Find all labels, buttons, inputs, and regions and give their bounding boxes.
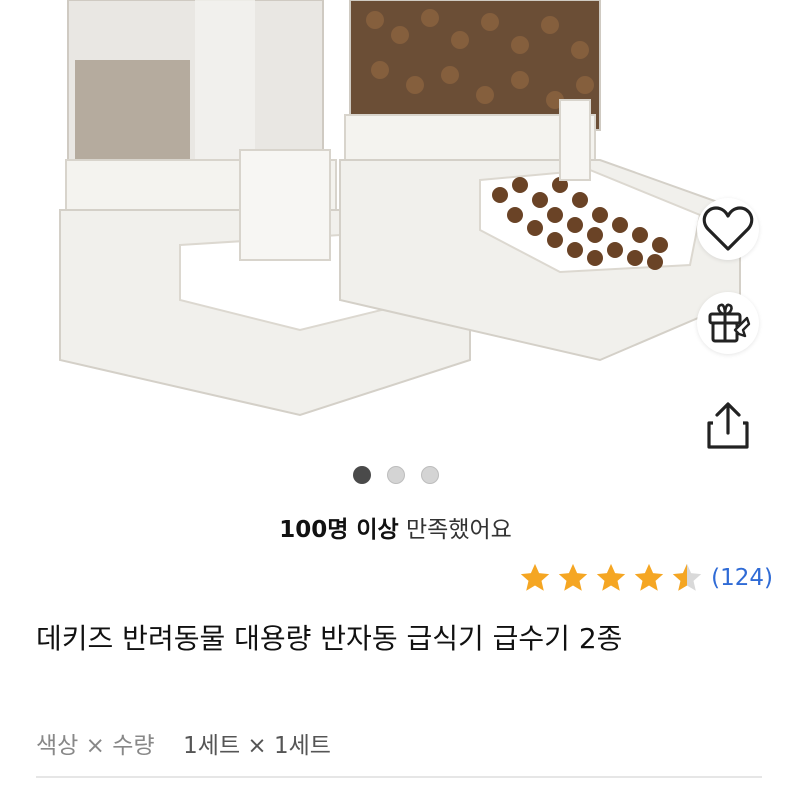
star-half-icon — [672, 563, 702, 591]
share-button[interactable] — [697, 395, 759, 457]
selected-option: 색상 × 수량 1세트 × 1세트 — [36, 726, 331, 760]
share-icon — [707, 402, 749, 449]
star-full-icon — [520, 563, 550, 591]
carousel-dot[interactable] — [352, 466, 371, 484]
star-full-icon — [634, 563, 664, 591]
star-full-icon — [596, 563, 626, 591]
divider — [36, 776, 762, 778]
star-rating — [517, 561, 705, 595]
satisfaction-suffix: 만족했어요 — [398, 517, 512, 543]
satisfaction-text: 100명 이상 만족했어요 — [0, 510, 791, 544]
option-value: 1세트 × 1세트 — [183, 733, 331, 759]
carousel-indicator — [0, 466, 791, 484]
review-count-link[interactable]: (124) — [711, 565, 773, 591]
rating[interactable]: (124) — [517, 561, 773, 595]
star-full-icon — [558, 563, 588, 591]
carousel-dot[interactable] — [386, 466, 405, 484]
heart-icon — [702, 206, 754, 251]
product-photo — [59, 0, 741, 417]
product-title: 데키즈 반려동물 대용량 반자동 급식기 급수기 2종 — [36, 622, 623, 655]
product-image[interactable] — [0, 0, 791, 455]
gift-button[interactable] — [697, 292, 759, 354]
carousel-dot[interactable] — [420, 466, 439, 484]
option-label: 색상 × 수량 — [36, 733, 155, 759]
gift-icon — [708, 303, 751, 343]
satisfaction-count: 100명 이상 — [279, 517, 399, 543]
wishlist-button[interactable] — [697, 198, 759, 260]
